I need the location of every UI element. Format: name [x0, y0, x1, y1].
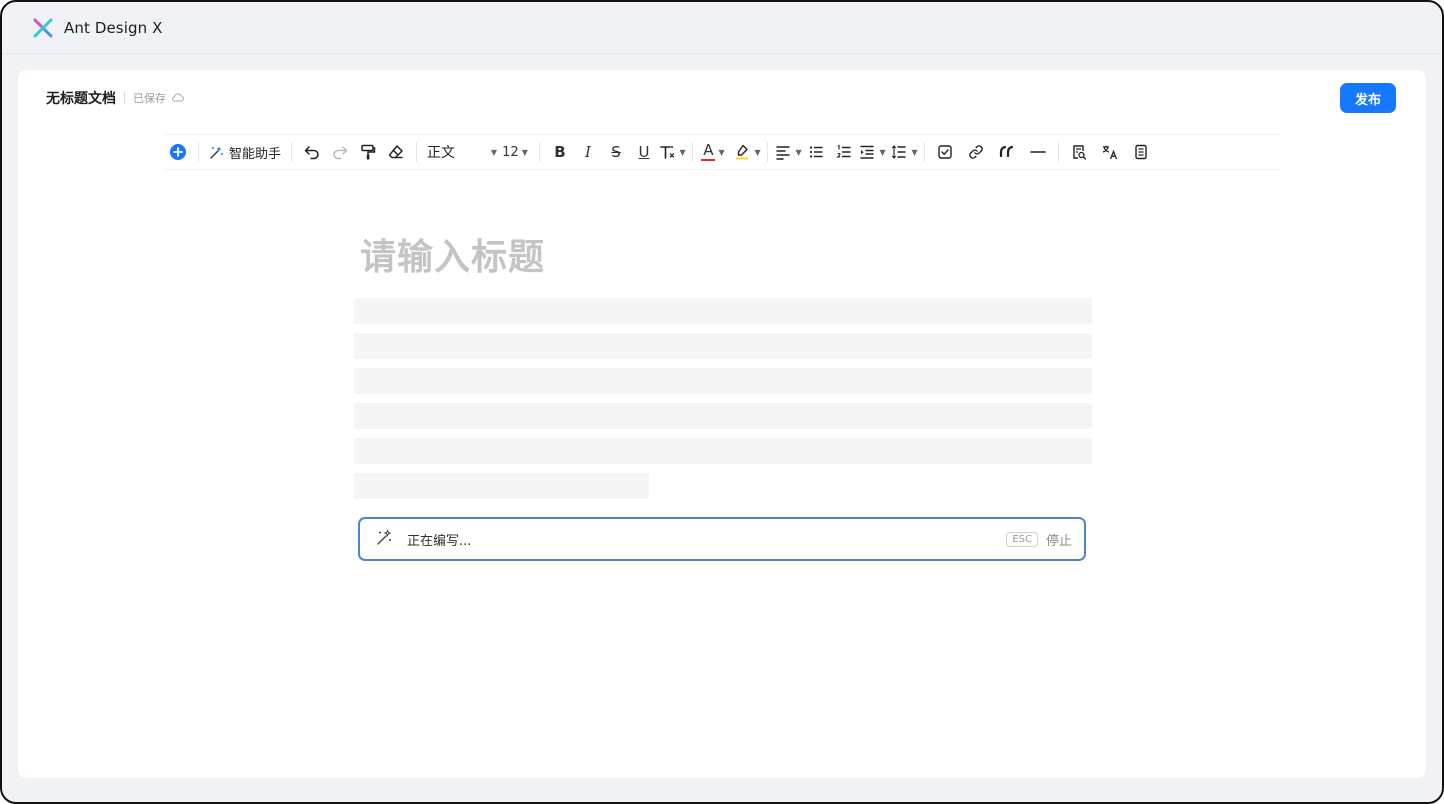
- save-status: 已保存: [133, 90, 184, 106]
- link-button[interactable]: [962, 138, 990, 166]
- app-title: Ant Design X: [64, 18, 163, 37]
- ai-writing-bar: 正在编写... ESC 停止: [358, 517, 1086, 561]
- skeleton-line: [354, 298, 1092, 324]
- toolbar-divider: [767, 142, 769, 162]
- quote-icon: [998, 143, 1016, 161]
- skeleton-line: [354, 403, 1092, 429]
- highlighter-icon: [733, 143, 751, 161]
- numbered-list-button[interactable]: [830, 138, 858, 166]
- underline-label: U: [638, 143, 650, 161]
- caret-down-icon: ▼: [718, 147, 725, 157]
- document-title[interactable]: 无标题文档: [46, 88, 116, 108]
- strikethrough-label: S: [611, 143, 621, 161]
- app-window: Ant Design X 无标题文档 已保存 发布 智能助手 正文 ▼ 12 ▼…: [0, 0, 1444, 804]
- paragraph-style-select[interactable]: 正文 ▼: [423, 138, 497, 166]
- title-placeholder[interactable]: 请输入标题: [360, 228, 1094, 280]
- caret-down-icon: ▼: [521, 147, 528, 157]
- divider-button[interactable]: [1024, 138, 1052, 166]
- bold-label: B: [554, 143, 566, 161]
- caret-down-icon: ▼: [911, 147, 918, 157]
- paragraph-style-value: 正文: [427, 145, 456, 161]
- skeleton-line: [354, 368, 1092, 394]
- caret-down-icon: ▼: [879, 147, 886, 157]
- header-divider: [124, 92, 125, 104]
- strikethrough-button[interactable]: S: [602, 138, 630, 166]
- indent-dropdown[interactable]: ▼: [858, 138, 886, 166]
- line-height-dropdown[interactable]: ▼: [890, 138, 918, 166]
- top-bar: Ant Design X: [2, 2, 1442, 54]
- translate-icon: [1101, 143, 1119, 161]
- link-icon: [967, 143, 985, 161]
- notes-icon: [1132, 143, 1150, 161]
- font-color-label: A: [703, 141, 714, 159]
- divider-icon: [1029, 143, 1047, 161]
- magic-wand-icon: [209, 145, 224, 160]
- indent-icon: [858, 143, 876, 161]
- cloud-icon: [171, 92, 184, 105]
- numbered-list-icon: [835, 143, 853, 161]
- save-status-text: 已保存: [133, 92, 166, 105]
- search-doc-button[interactable]: [1065, 138, 1093, 166]
- toolbar-divider: [198, 142, 199, 162]
- skeleton-line: [354, 473, 649, 499]
- align-dropdown[interactable]: ▼: [774, 138, 802, 166]
- toolbar-divider: [692, 142, 694, 162]
- notes-button[interactable]: [1127, 138, 1155, 166]
- undo-button[interactable]: [298, 138, 326, 166]
- plus-circle-icon: [169, 143, 187, 161]
- toolbar-divider: [416, 142, 418, 162]
- bullet-list-button[interactable]: [802, 138, 830, 166]
- font-color-dropdown[interactable]: A ▼: [699, 138, 727, 166]
- format-painter-button[interactable]: [354, 138, 382, 166]
- bold-button[interactable]: B: [546, 138, 574, 166]
- highlight-dropdown[interactable]: ▼: [733, 138, 761, 166]
- magic-wand-icon: [376, 528, 393, 550]
- skeleton-line: [354, 438, 1092, 464]
- task-list-button[interactable]: [931, 138, 959, 166]
- font-size-value: 12: [502, 144, 519, 160]
- insert-block-button[interactable]: [164, 138, 192, 166]
- font-size-select[interactable]: 12 ▼: [497, 138, 533, 166]
- eraser-icon: [387, 143, 405, 161]
- editor-toolbar: 智能助手 正文 ▼ 12 ▼ B I S U ▼ A ▼ ▼ ▼ ▼ ▼: [164, 134, 1280, 170]
- editor-area[interactable]: 请输入标题: [354, 228, 1094, 508]
- italic-button[interactable]: I: [574, 138, 602, 166]
- document-header: 无标题文档 已保存 发布: [18, 70, 1426, 126]
- align-left-icon: [774, 143, 792, 161]
- redo-icon: [331, 143, 349, 161]
- checkbox-icon: [936, 143, 954, 161]
- redo-button[interactable]: [326, 138, 354, 166]
- underline-button[interactable]: U: [630, 138, 658, 166]
- logo-x-icon: [32, 17, 54, 39]
- blockquote-button[interactable]: [993, 138, 1021, 166]
- caret-down-icon: ▼: [679, 147, 686, 157]
- stop-button[interactable]: 停止: [1046, 530, 1072, 549]
- italic-label: I: [585, 143, 591, 161]
- document-card: 无标题文档 已保存 发布 智能助手 正文 ▼ 12 ▼ B I S U ▼ A …: [18, 70, 1426, 778]
- skeleton-line: [354, 333, 1092, 359]
- toolbar-divider: [291, 142, 293, 162]
- eraser-button[interactable]: [382, 138, 410, 166]
- font-color-swatch: A: [701, 141, 716, 161]
- toolbar-divider: [1058, 142, 1060, 162]
- clear-format-icon: [658, 143, 676, 161]
- ai-assistant-label: 智能助手: [229, 146, 282, 162]
- bullet-list-icon: [807, 143, 825, 161]
- ai-writing-status: 正在编写...: [407, 533, 472, 549]
- translate-button[interactable]: [1096, 138, 1124, 166]
- ai-assistant-button[interactable]: 智能助手: [205, 138, 285, 166]
- toolbar-divider: [539, 142, 541, 162]
- format-painter-icon: [359, 143, 377, 161]
- search-doc-icon: [1070, 143, 1088, 161]
- font-color-bar: [701, 159, 716, 161]
- caret-down-icon: ▼: [754, 147, 761, 157]
- caret-down-icon: ▼: [795, 147, 802, 157]
- undo-icon: [303, 143, 321, 161]
- clear-format-dropdown[interactable]: ▼: [658, 138, 686, 166]
- line-height-icon: [890, 143, 908, 161]
- esc-key-hint: ESC: [1006, 531, 1038, 547]
- toolbar-divider: [924, 142, 926, 162]
- publish-button[interactable]: 发布: [1340, 83, 1396, 113]
